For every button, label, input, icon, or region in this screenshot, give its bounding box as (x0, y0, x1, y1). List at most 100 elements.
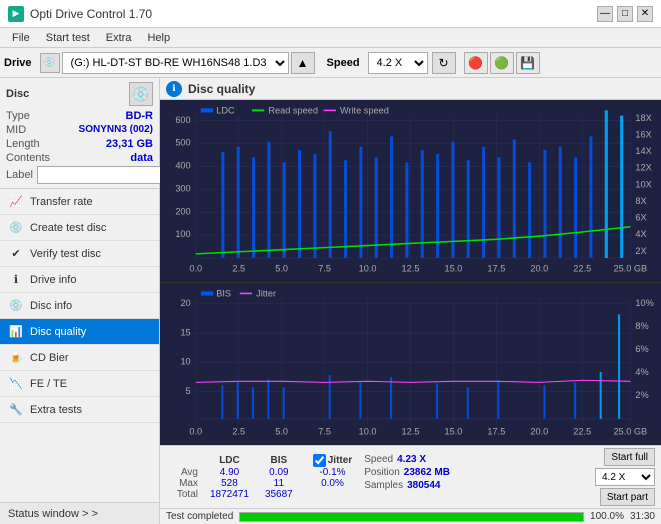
extra-tests-icon: 🔧 (8, 402, 24, 418)
nav-transfer-rate[interactable]: 📈 Transfer rate (0, 189, 159, 215)
avg-label: Avg (166, 467, 202, 478)
drive-label: Drive (4, 57, 32, 69)
disc-type-value: BD-R (126, 110, 154, 122)
drive-select[interactable]: (G:) HL-DT-ST BD-RE WH16NS48 1.D3 (62, 52, 289, 74)
svg-text:4%: 4% (635, 367, 648, 377)
nav-cd-bier[interactable]: 🍺 CD Bier (0, 345, 159, 371)
svg-text:12.5: 12.5 (402, 426, 420, 436)
progress-bar-inner (240, 513, 583, 521)
disc-contents-label: Contents (6, 152, 50, 164)
nav-fe-te[interactable]: 📉 FE / TE (0, 371, 159, 397)
svg-text:17.5: 17.5 (487, 263, 505, 273)
start-part-button[interactable]: Start part (600, 488, 655, 506)
right-controls: Start full 4.2 X Start part (595, 448, 655, 506)
drive-icon: 💿 (40, 53, 60, 73)
nav-drive-info-label: Drive info (30, 274, 76, 286)
disc-section: Disc 💿 Type BD-R MID SONYNN3 (002) Lengt… (0, 78, 159, 189)
disc-quality-icon: 📊 (8, 324, 24, 340)
svg-text:5.0: 5.0 (275, 263, 288, 273)
speed-info-value: 4.23 X (397, 454, 426, 465)
close-button[interactable]: ✕ (637, 6, 653, 22)
svg-text:10%: 10% (635, 298, 653, 308)
start-full-button[interactable]: Start full (604, 448, 655, 466)
svg-text:14X: 14X (635, 146, 651, 156)
right-panel: ℹ Disc quality (160, 78, 661, 524)
svg-text:15.0: 15.0 (444, 426, 462, 436)
disc-quality-header: ℹ Disc quality (160, 78, 661, 100)
menu-help[interactable]: Help (139, 30, 178, 46)
nav-disc-info[interactable]: 💿 Disc info (0, 293, 159, 319)
progress-bar-outer (239, 512, 584, 522)
nav-verify-test-disc[interactable]: ✔ Verify test disc (0, 241, 159, 267)
nav-disc-info-label: Disc info (30, 300, 72, 312)
toolbar-btn-2[interactable]: 🟢 (490, 52, 514, 74)
left-panel: Disc 💿 Type BD-R MID SONYNN3 (002) Lengt… (0, 78, 160, 524)
svg-text:400: 400 (175, 161, 190, 171)
status-text: Test completed (166, 511, 233, 522)
minimize-button[interactable]: — (597, 6, 613, 22)
svg-text:0.0: 0.0 (189, 263, 202, 273)
cd-bier-icon: 🍺 (8, 350, 24, 366)
nav-drive-info[interactable]: ℹ Drive info (0, 267, 159, 293)
svg-text:100: 100 (175, 229, 190, 239)
svg-text:LDC: LDC (216, 105, 235, 115)
menu-extra[interactable]: Extra (98, 30, 140, 46)
disc-mid-label: MID (6, 124, 26, 136)
speed-refresh-button[interactable]: ↻ (432, 52, 456, 74)
menu-file[interactable]: File (4, 30, 38, 46)
ldc-max: 528 (202, 478, 257, 489)
disc-type-label: Type (6, 110, 30, 122)
status-window-button[interactable]: Status window > > (0, 502, 159, 524)
svg-text:15.0: 15.0 (444, 263, 462, 273)
menu-start-test[interactable]: Start test (38, 30, 98, 46)
speed-select[interactable]: 4.2 X (368, 52, 428, 74)
ldc-total: 1872471 (202, 489, 257, 500)
toolbar-btn-3[interactable]: 💾 (516, 52, 540, 74)
eject-button[interactable]: ▲ (291, 52, 315, 74)
progress-time: 31:30 (630, 511, 655, 522)
nav-create-test-disc-label: Create test disc (30, 222, 106, 234)
disc-contents-value: data (130, 152, 153, 164)
nav-disc-quality[interactable]: 📊 Disc quality (0, 319, 159, 345)
jitter-max: 0.0% (313, 478, 352, 489)
svg-text:7.5: 7.5 (318, 426, 331, 436)
nav-fe-te-label: FE / TE (30, 378, 67, 390)
disc-mid-value: SONYNN3 (002) (79, 124, 153, 136)
disc-quality-title: Disc quality (188, 82, 255, 96)
nav-transfer-rate-label: Transfer rate (30, 196, 93, 208)
chart-bottom-svg: 20 15 10 5 10% 8% 6% 4% 2% 0.0 2.5 5.0 7… (160, 283, 661, 445)
toolbar-btn-1[interactable]: 🔴 (464, 52, 488, 74)
disc-quality-header-icon: ℹ (166, 81, 182, 97)
svg-text:7.5: 7.5 (318, 263, 331, 273)
svg-text:22.5: 22.5 (573, 426, 591, 436)
chart-top-svg: 600 500 400 300 200 100 18X 16X 14X 12X … (160, 100, 661, 282)
nav-create-test-disc[interactable]: 💿 Create test disc (0, 215, 159, 241)
samples-label: Samples (364, 480, 403, 491)
chart-bottom: 20 15 10 5 10% 8% 6% 4% 2% 0.0 2.5 5.0 7… (160, 283, 661, 445)
svg-text:12X: 12X (635, 163, 651, 173)
svg-text:Write speed: Write speed (340, 105, 389, 115)
ldc-header: LDC (202, 454, 257, 467)
app-icon: ▶ (8, 6, 24, 22)
jitter-checkbox[interactable] (313, 454, 326, 467)
app-title: Opti Drive Control 1.70 (30, 7, 152, 21)
svg-text:BIS: BIS (216, 288, 231, 298)
maximize-button[interactable]: □ (617, 6, 633, 22)
nav-extra-tests[interactable]: 🔧 Extra tests (0, 397, 159, 423)
speed-info-panel: Speed 4.23 X Position 23862 MB Samples 3… (364, 454, 450, 491)
disc-label-label: Label (6, 169, 33, 181)
svg-text:2.5: 2.5 (232, 426, 245, 436)
svg-text:Jitter: Jitter (256, 288, 276, 298)
svg-text:20: 20 (180, 298, 190, 308)
svg-text:25.0 GB: 25.0 GB (613, 426, 647, 436)
speed-select-small[interactable]: 4.2 X (595, 468, 655, 486)
svg-text:22.5: 22.5 (573, 263, 591, 273)
svg-text:2X: 2X (635, 246, 646, 256)
position-label: Position (364, 467, 400, 478)
svg-text:16X: 16X (635, 129, 651, 139)
nav-extra-tests-label: Extra tests (30, 404, 82, 416)
bis-max: 11 (257, 478, 301, 489)
progress-bar-container: Test completed 100.0% 31:30 (160, 508, 661, 524)
svg-text:10.0: 10.0 (359, 263, 377, 273)
svg-text:5: 5 (186, 386, 191, 396)
